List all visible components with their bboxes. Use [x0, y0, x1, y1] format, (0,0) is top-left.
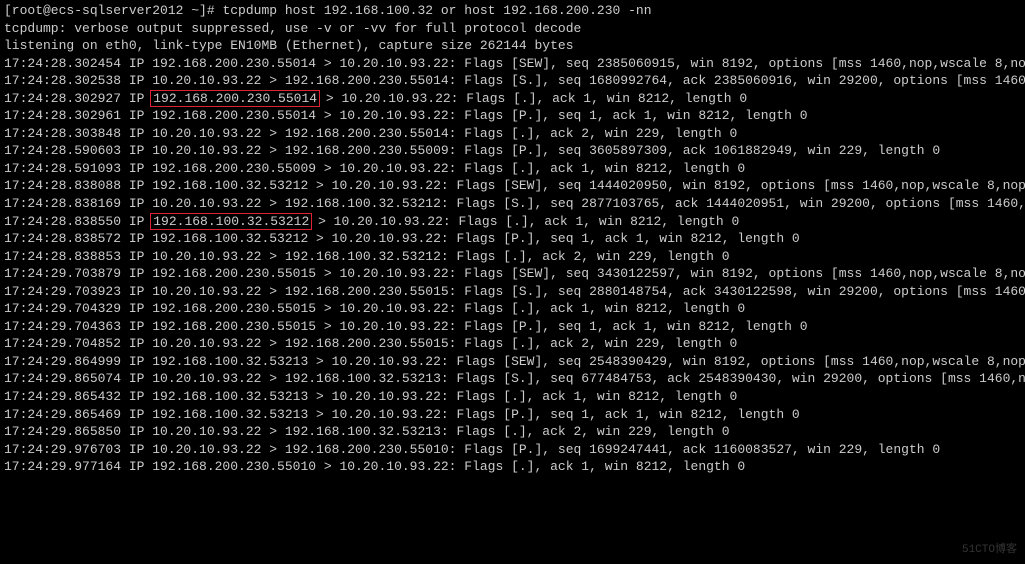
- terminal-line: 17:24:29.704329 IP 192.168.200.230.55015…: [4, 300, 1021, 318]
- terminal-line: 17:24:29.976703 IP 10.20.10.93.22 > 192.…: [4, 441, 1021, 459]
- shell-prompt: [root@ecs-sqlserver2012 ~]#: [4, 3, 222, 18]
- terminal-line: [root@ecs-sqlserver2012 ~]# tcpdump host…: [4, 2, 1021, 20]
- terminal-line: 17:24:29.704852 IP 10.20.10.93.22 > 192.…: [4, 335, 1021, 353]
- terminal-line: 17:24:29.865469 IP 192.168.100.32.53213 …: [4, 406, 1021, 424]
- terminal-line: 17:24:28.302927 IP 192.168.200.230.55014…: [4, 90, 1021, 108]
- terminal-line: 17:24:29.865074 IP 10.20.10.93.22 > 192.…: [4, 370, 1021, 388]
- terminal-line: 17:24:28.838550 IP 192.168.100.32.53212 …: [4, 213, 1021, 231]
- shell-command: tcpdump host 192.168.100.32 or host 192.…: [222, 3, 651, 18]
- terminal-line: 17:24:29.864999 IP 192.168.100.32.53213 …: [4, 353, 1021, 371]
- terminal-line: 17:24:29.865432 IP 192.168.100.32.53213 …: [4, 388, 1021, 406]
- watermark: 51CTO博客: [962, 543, 1017, 558]
- terminal-line: 17:24:29.704363 IP 192.168.200.230.55015…: [4, 318, 1021, 336]
- terminal-line: 17:24:28.838572 IP 192.168.100.32.53212 …: [4, 230, 1021, 248]
- terminal-line: 17:24:29.865850 IP 10.20.10.93.22 > 192.…: [4, 423, 1021, 441]
- terminal-line: 17:24:28.590603 IP 10.20.10.93.22 > 192.…: [4, 142, 1021, 160]
- terminal-line: 17:24:28.838853 IP 10.20.10.93.22 > 192.…: [4, 248, 1021, 266]
- terminal-output[interactable]: [root@ecs-sqlserver2012 ~]# tcpdump host…: [0, 0, 1025, 478]
- terminal-line: 17:24:29.703879 IP 192.168.200.230.55015…: [4, 265, 1021, 283]
- terminal-line: 17:24:28.302961 IP 192.168.200.230.55014…: [4, 107, 1021, 125]
- terminal-line: 17:24:28.303848 IP 10.20.10.93.22 > 192.…: [4, 125, 1021, 143]
- terminal-line: 17:24:28.302454 IP 192.168.200.230.55014…: [4, 55, 1021, 73]
- terminal-line: 17:24:29.703923 IP 10.20.10.93.22 > 192.…: [4, 283, 1021, 301]
- terminal-line: 17:24:28.838169 IP 10.20.10.93.22 > 192.…: [4, 195, 1021, 213]
- terminal-line: 17:24:28.838088 IP 192.168.100.32.53212 …: [4, 177, 1021, 195]
- terminal-line: 17:24:28.591093 IP 192.168.200.230.55009…: [4, 160, 1021, 178]
- terminal-line: 17:24:29.977164 IP 192.168.200.230.55010…: [4, 458, 1021, 476]
- terminal-line: tcpdump: verbose output suppressed, use …: [4, 20, 1021, 38]
- highlight-box: 192.168.200.230.55014: [150, 90, 320, 107]
- highlight-box: 192.168.100.32.53212: [150, 213, 312, 230]
- terminal-line: listening on eth0, link-type EN10MB (Eth…: [4, 37, 1021, 55]
- terminal-line: 17:24:28.302538 IP 10.20.10.93.22 > 192.…: [4, 72, 1021, 90]
